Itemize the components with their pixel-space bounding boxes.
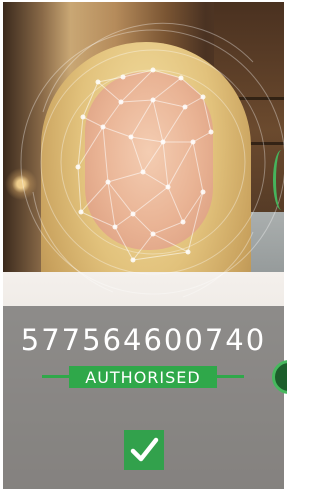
status-label: AUTHORISED xyxy=(85,367,201,387)
face-verification-screen: 577564600740 AUTHORISED xyxy=(0,0,287,491)
confirm-button[interactable] xyxy=(124,430,164,470)
status-line-left xyxy=(42,375,72,378)
status-line-right xyxy=(214,375,244,378)
id-number: 577564600740 xyxy=(20,323,267,357)
scan-progress-arc xyxy=(273,150,287,210)
status-badge: AUTHORISED xyxy=(69,366,217,388)
scan-arc xyxy=(42,22,254,113)
checkmark-icon xyxy=(130,437,159,462)
mesh-lines xyxy=(77,69,212,261)
scan-ring xyxy=(40,49,266,275)
